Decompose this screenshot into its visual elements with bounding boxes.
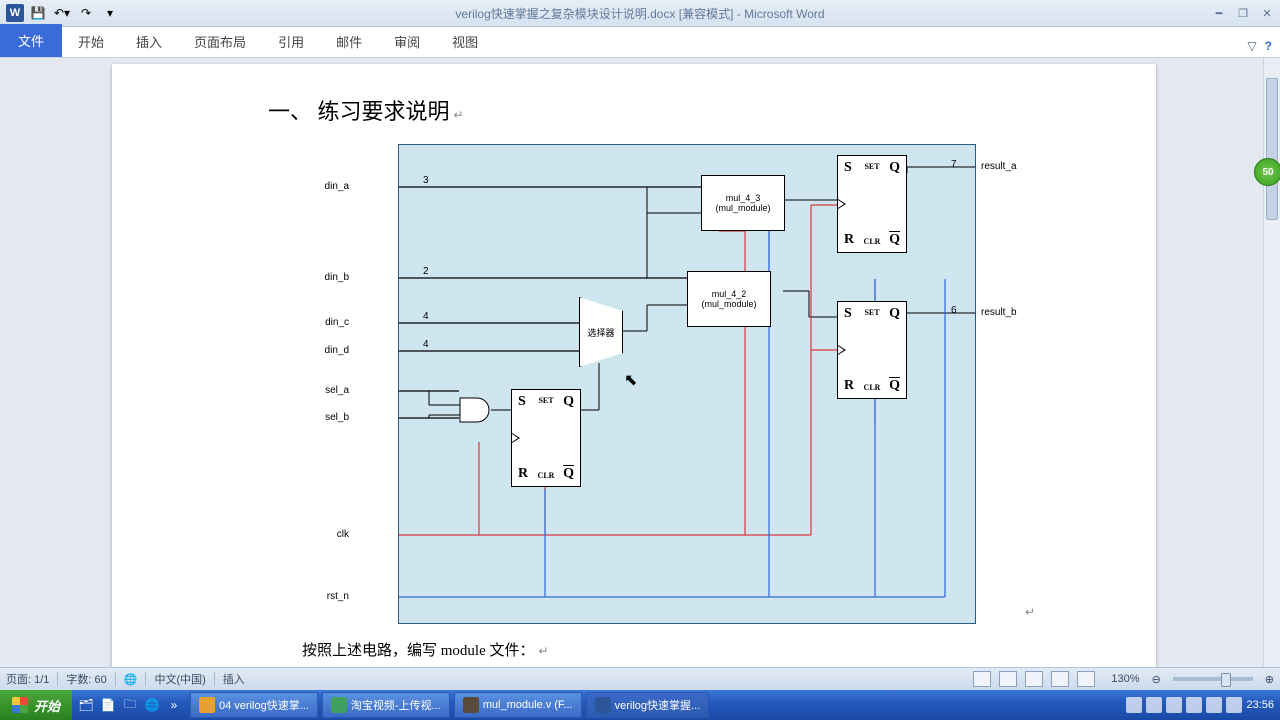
- tab-view[interactable]: 视图: [436, 26, 494, 57]
- tray-icon-5[interactable]: [1206, 697, 1222, 713]
- width-result-a: 7: [951, 159, 957, 170]
- circuit-diagram: din_a din_b din_c din_d sel_a sel_b clk …: [398, 144, 976, 624]
- tray-icon-6[interactable]: [1226, 697, 1242, 713]
- width-result-b: 6: [951, 305, 957, 316]
- restore-button[interactable]: ❐: [1234, 5, 1252, 21]
- block-mul-4-3: mul_4_3 (mul_module): [701, 175, 785, 231]
- status-language[interactable]: 中文(中国): [154, 671, 205, 687]
- and-gate: [459, 397, 493, 423]
- window-title: verilog快速掌握之复杂模块设计说明.docx [兼容模式] - Micro…: [455, 5, 824, 22]
- flipflop-sel: SSETQ RCLRQ: [511, 389, 581, 487]
- undo-button[interactable]: ↶▾: [52, 3, 72, 23]
- tab-insert[interactable]: 插入: [120, 26, 178, 57]
- body-text: 按照上述电路，编写 module 文件：↵: [302, 639, 549, 660]
- ql-icon-4[interactable]: 🌐: [142, 695, 162, 715]
- windows-logo-icon: [12, 697, 28, 713]
- start-button[interactable]: 开始: [0, 690, 72, 720]
- redo-button[interactable]: ↷: [76, 3, 96, 23]
- block-mul-4-2: mul_4_2 (mul_module): [687, 271, 771, 327]
- port-result-a: result_a: [981, 161, 1017, 172]
- status-insert-mode[interactable]: 插入: [223, 671, 245, 687]
- tray-icon-1[interactable]: [1126, 697, 1142, 713]
- task-item-1[interactable]: 04 verilog快速掌...: [190, 692, 318, 718]
- document-area: 一、 练习要求说明↵: [0, 58, 1264, 690]
- flipflop-a: SSETQ RCLRQ: [837, 155, 907, 253]
- close-button[interactable]: ✕: [1258, 5, 1276, 21]
- port-sel-b: sel_b: [309, 412, 349, 423]
- task-item-3[interactable]: mul_module.v (F...: [454, 692, 582, 718]
- width-din-c: 4: [423, 311, 429, 322]
- tab-file[interactable]: 文件: [0, 24, 62, 57]
- width-din-b: 2: [423, 266, 429, 277]
- page: 一、 练习要求说明↵: [112, 64, 1156, 690]
- tab-review[interactable]: 审阅: [378, 26, 436, 57]
- view-outline[interactable]: [1051, 671, 1069, 687]
- view-web[interactable]: [1025, 671, 1043, 687]
- tab-mail[interactable]: 邮件: [320, 26, 378, 57]
- tray-icon-4[interactable]: [1186, 697, 1202, 713]
- save-button[interactable]: 💾: [28, 3, 48, 23]
- window-controls: ━ ❐ ✕: [1210, 5, 1276, 21]
- ribbon-minimize-icon[interactable]: ▽: [1247, 39, 1256, 53]
- scrollbar-thumb[interactable]: [1266, 78, 1278, 220]
- status-page[interactable]: 页面: 1/1: [6, 671, 49, 687]
- width-din-d: 4: [423, 339, 429, 350]
- taskbar: 开始 🗂 📄 🗀 🌐 » 04 verilog快速掌... 淘宝视频-上传视..…: [0, 690, 1280, 720]
- system-tray: 23:56: [1126, 697, 1280, 713]
- zoom-level[interactable]: 130%: [1111, 673, 1139, 685]
- ql-icon-more[interactable]: »: [164, 695, 184, 715]
- tab-references[interactable]: 引用: [262, 26, 320, 57]
- view-fullscreen[interactable]: [999, 671, 1017, 687]
- tray-clock[interactable]: 23:56: [1246, 699, 1274, 711]
- ql-icon-3[interactable]: 🗀: [120, 695, 140, 715]
- quick-access-toolbar: W 💾 ↶▾ ↷ ▾: [0, 3, 120, 23]
- task-item-2[interactable]: 淘宝视频-上传视...: [322, 692, 450, 718]
- titlebar: W 💾 ↶▾ ↷ ▾ verilog快速掌握之复杂模块设计说明.docx [兼容…: [0, 0, 1280, 27]
- vertical-scrollbar[interactable]: 50: [1263, 58, 1280, 690]
- ql-icon-1[interactable]: 🗂: [76, 695, 96, 715]
- zoom-in-button[interactable]: ⊕: [1265, 673, 1274, 686]
- score-badge[interactable]: 50: [1254, 158, 1280, 186]
- section-heading: 一、 练习要求说明↵: [268, 94, 464, 126]
- help-icon[interactable]: ?: [1265, 39, 1272, 53]
- port-result-b: result_b: [981, 307, 1017, 318]
- block-mux: 选择器: [579, 297, 623, 367]
- view-print-layout[interactable]: [973, 671, 991, 687]
- view-draft[interactable]: [1077, 671, 1095, 687]
- quick-launch: 🗂 📄 🗀 🌐 »: [72, 695, 188, 715]
- port-din-d: din_d: [309, 345, 349, 356]
- task-item-4[interactable]: verilog快速掌握...: [586, 692, 710, 718]
- zoom-slider[interactable]: [1173, 677, 1253, 681]
- word-app-icon[interactable]: W: [6, 4, 24, 22]
- minimize-button[interactable]: ━: [1210, 5, 1228, 21]
- zoom-out-button[interactable]: ⊖: [1152, 673, 1161, 686]
- port-din-a: din_a: [309, 181, 349, 192]
- ql-icon-2[interactable]: 📄: [98, 695, 118, 715]
- flipflop-b: SSETQ RCLRQ: [837, 301, 907, 399]
- status-proof-icon[interactable]: 🌐: [124, 673, 138, 686]
- tray-icon-2[interactable]: [1146, 697, 1162, 713]
- status-words[interactable]: 字数: 60: [66, 671, 106, 687]
- port-rst-n: rst_n: [309, 591, 349, 602]
- port-din-c: din_c: [309, 317, 349, 328]
- ribbon: 文件 开始 插入 页面布局 引用 邮件 审阅 视图 ▽ ?: [0, 27, 1280, 58]
- tab-home[interactable]: 开始: [62, 26, 120, 57]
- tab-layout[interactable]: 页面布局: [178, 26, 262, 57]
- port-clk: clk: [309, 529, 349, 540]
- port-sel-a: sel_a: [309, 385, 349, 396]
- tray-icon-3[interactable]: [1166, 697, 1182, 713]
- width-din-a: 3: [423, 175, 429, 186]
- qat-customize[interactable]: ▾: [100, 3, 120, 23]
- statusbar: 页面: 1/1 字数: 60 🌐 中文(中国) 插入 130% ⊖ ⊕: [0, 667, 1280, 690]
- port-din-b: din_b: [309, 272, 349, 283]
